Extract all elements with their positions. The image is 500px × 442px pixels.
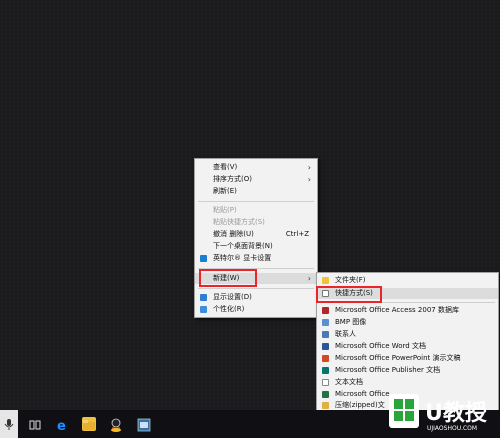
publisher-icon	[322, 367, 329, 374]
menu-item-label: 显示设置(D)	[213, 293, 252, 301]
submenu-item-bmp[interactable]: BMP 图像	[317, 317, 498, 328]
menu-item-intel-graphics[interactable]: 英特尔® 显卡设置	[195, 253, 317, 264]
mic-icon	[4, 419, 14, 430]
menu-separator	[198, 288, 314, 289]
contact-icon	[322, 331, 329, 338]
shortcut-icon	[322, 290, 329, 297]
menu-item-label: 文件夹(F)	[335, 276, 366, 284]
menu-item-personalize[interactable]: 个性化(R)	[195, 304, 317, 315]
app-window-icon	[137, 418, 151, 432]
menu-item-label: 英特尔® 显卡设置	[213, 254, 272, 262]
menu-item-label: 下一个桌面背景(N)	[213, 242, 273, 250]
submenu-item-shortcut[interactable]: 快捷方式(S)	[317, 288, 498, 299]
word-icon	[322, 343, 329, 350]
zip-folder-icon	[322, 402, 329, 409]
display-settings-icon	[200, 294, 207, 301]
chevron-right-icon: ›	[307, 274, 311, 283]
menu-item-label: BMP 图像	[335, 318, 367, 326]
personalize-icon	[200, 306, 207, 313]
submenu-item-word[interactable]: Microsoft Office Word 文档	[317, 341, 498, 352]
intel-graphics-icon	[200, 255, 207, 262]
file-explorer-button[interactable]	[82, 417, 96, 431]
task-view-button[interactable]	[28, 417, 42, 431]
menu-item-label: 粘贴快捷方式(S)	[213, 218, 265, 226]
edge-button[interactable]: e	[56, 417, 70, 434]
chevron-right-icon: ›	[307, 175, 311, 184]
submenu-item-folder[interactable]: 文件夹(F)	[317, 275, 498, 286]
text-document-icon	[322, 379, 329, 386]
submenu-item-powerpoint[interactable]: Microsoft Office PowerPoint 演示文稿	[317, 353, 498, 364]
menu-item-label: 撤消 删除(U)	[213, 230, 254, 238]
menu-item-label: Microsoft Office Publisher 文档	[335, 366, 441, 374]
powerpoint-icon	[322, 355, 329, 362]
menu-item-view[interactable]: 查看(V) ›	[195, 162, 317, 173]
menu-item-new[interactable]: 新建(W) ›	[195, 273, 317, 284]
menu-item-label: 粘贴(P)	[213, 206, 237, 214]
access-icon	[322, 307, 329, 314]
menu-item-label: 联系人	[335, 330, 356, 338]
file-explorer-icon	[83, 420, 95, 430]
folder-icon	[322, 277, 329, 284]
watermark-title: U教授	[425, 401, 487, 426]
task-view-icon	[29, 420, 41, 430]
menu-item-display-settings[interactable]: 显示设置(D)	[195, 292, 317, 303]
menu-separator	[198, 201, 314, 202]
menu-item-label: 刷新(E)	[213, 187, 237, 195]
menu-item-label: 排序方式(O)	[213, 175, 252, 183]
submenu-item-text[interactable]: 文本文档	[317, 377, 498, 388]
menu-item-refresh[interactable]: 刷新(E)	[195, 186, 317, 197]
menu-item-paste[interactable]: 粘贴(P)	[195, 205, 317, 216]
mic-button[interactable]	[0, 410, 18, 438]
menu-item-label: Microsoft Office Word 文档	[335, 342, 426, 350]
submenu-item-contact[interactable]: 联系人	[317, 329, 498, 340]
watermark-url: UJIAOSHOU.COM	[427, 425, 478, 432]
menu-item-next-background[interactable]: 下一个桌面背景(N)	[195, 241, 317, 252]
submenu-item-publisher[interactable]: Microsoft Office Publisher 文档	[317, 365, 498, 376]
menu-item-label: Microsoft Office Access 2007 数据库	[335, 306, 459, 314]
chevron-right-icon: ›	[307, 163, 311, 172]
menu-item-label: 个性化(R)	[213, 305, 245, 313]
watermark: U教授 UJIAOSHOU.COM	[385, 392, 497, 436]
context-menu: 查看(V) › 排序方式(O) › 刷新(E) 粘贴(P) 粘贴快捷方式(S) …	[194, 158, 318, 318]
svg-text:e: e	[57, 419, 66, 432]
menu-item-label: 文本文档	[335, 378, 363, 386]
excel-icon	[322, 391, 329, 398]
menu-item-sort[interactable]: 排序方式(O) ›	[195, 174, 317, 185]
menu-item-label: Microsoft Office PowerPoint 演示文稿	[335, 354, 461, 362]
menu-item-undo-delete[interactable]: 撤消 删除(U) Ctrl+Z	[195, 229, 317, 240]
menu-separator	[320, 302, 495, 303]
menu-separator	[198, 268, 314, 269]
menu-item-label: 快捷方式(S)	[335, 289, 373, 297]
app-icon	[111, 418, 121, 432]
submenu-item-access[interactable]: Microsoft Office Access 2007 数据库	[317, 305, 498, 316]
edge-icon: e	[57, 419, 66, 434]
shortcut-label: Ctrl+Z	[285, 230, 309, 238]
menu-item-label: Microsoft Office	[335, 390, 390, 398]
menu-item-label: 新建(W)	[213, 274, 240, 282]
menu-item-label: 查看(V)	[213, 163, 238, 171]
app-button[interactable]	[109, 417, 123, 432]
new-submenu: 文件夹(F) 快捷方式(S) Microsoft Office Access 2…	[316, 272, 499, 412]
bmp-image-icon	[322, 319, 329, 326]
menu-item-paste-shortcut[interactable]: 粘贴快捷方式(S)	[195, 217, 317, 228]
app-window-button[interactable]	[137, 417, 151, 432]
